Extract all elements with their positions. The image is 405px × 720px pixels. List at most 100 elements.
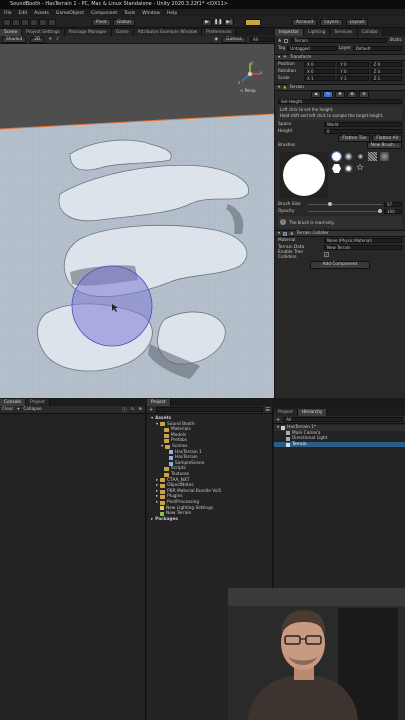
flatten-tile-button[interactable]: Flatten Tile — [338, 135, 371, 142]
play-button[interactable]: ▶ — [202, 19, 212, 26]
settings-tool-icon[interactable]: ⚙ — [359, 91, 369, 98]
brush-hard-round-icon[interactable] — [331, 151, 342, 162]
tab-project-settings[interactable]: Project Settings — [22, 29, 65, 36]
collab-button[interactable] — [245, 19, 261, 26]
height-field[interactable]: 0 — [324, 129, 402, 134]
2d-toggle[interactable]: 2D — [30, 36, 45, 43]
layers-dropdown[interactable]: Layers — [320, 19, 343, 26]
error-count-icon[interactable]: ⓘ — [122, 407, 126, 413]
brush-hexagon-icon[interactable] — [332, 164, 341, 173]
move-tool-button[interactable] — [12, 19, 20, 26]
terrain-data-field[interactable]: New Terrain — [324, 245, 402, 250]
details-tool-icon[interactable]: ✿ — [347, 91, 357, 98]
trees-tool-icon[interactable]: ♣ — [335, 91, 345, 98]
shading-mode-dropdown[interactable]: Shaded — [2, 36, 27, 43]
tree-colliders-checkbox[interactable]: ✓ — [324, 252, 329, 257]
gizmos-dropdown[interactable]: Gizmos — [222, 36, 246, 43]
step-button[interactable]: ▶| — [224, 19, 234, 26]
object-name-field[interactable]: Terrain — [291, 38, 387, 43]
orientation-gizmo[interactable]: y x z < Persp — [236, 60, 264, 94]
global-toggle[interactable]: Global — [113, 19, 135, 26]
perspective-label[interactable]: < Persp — [240, 88, 256, 93]
warning-count-icon[interactable]: ⚠ — [131, 407, 135, 412]
tab-scene[interactable]: Scene — [0, 29, 23, 36]
collapse-toggle[interactable]: Collapse — [23, 407, 41, 412]
terrain-tool-dropdown[interactable]: Set Height — [278, 99, 402, 104]
menu-gameobject[interactable]: GameObject — [56, 11, 84, 16]
add-object-icon[interactable]: + — [276, 417, 280, 423]
scene-viewport[interactable]: y x z < Persp — [0, 44, 274, 398]
layer-dropdown[interactable]: Default — [352, 46, 403, 51]
raise-terrain-tool-icon[interactable]: ⛰ — [311, 91, 321, 98]
tab-services[interactable]: Services — [330, 29, 358, 36]
transform-tool-button[interactable] — [48, 19, 56, 26]
menu-assets[interactable]: Assets — [34, 11, 49, 16]
opacity-thumb[interactable] — [378, 209, 382, 213]
filter-icon[interactable]: ☰ — [266, 407, 270, 413]
menu-window[interactable]: Window — [142, 11, 160, 16]
terrain-collider-header[interactable]: ▾ ▲ Terrain Collider — [275, 230, 405, 237]
pivot-toggle[interactable]: Pivot — [92, 19, 111, 26]
scale-y-field[interactable]: Y 1 — [337, 76, 369, 81]
brush-noise-icon[interactable] — [368, 152, 377, 161]
menu-help[interactable]: Help — [167, 11, 177, 16]
add-asset-icon[interactable]: + — [149, 407, 153, 413]
rotate-tool-button[interactable] — [21, 19, 29, 26]
scene-search-input[interactable]: All — [250, 37, 274, 42]
menu-file[interactable]: File — [4, 11, 12, 16]
tab-package-manager[interactable]: Package Manager — [64, 29, 112, 36]
opacity-field[interactable]: 100 — [384, 209, 402, 214]
tag-dropdown[interactable]: Untagged — [287, 46, 337, 51]
position-y-field[interactable]: Y 0 — [337, 62, 369, 67]
tab-game[interactable]: Game — [111, 29, 134, 36]
menu-tools[interactable]: Tools — [124, 11, 135, 16]
collider-material-field[interactable]: None (Physic Material) — [324, 238, 402, 243]
error-filter-icon[interactable]: ⊗ — [138, 407, 142, 412]
scale-z-field[interactable]: Z 1 — [370, 76, 402, 81]
brush-size-field[interactable]: 57 — [384, 202, 402, 207]
tab-console[interactable]: Console — [0, 399, 27, 406]
hierarchy-item-selected[interactable]: Terrain — [274, 441, 405, 448]
new-brush-button[interactable]: New Brush... — [366, 142, 402, 149]
tab-project-lower[interactable]: Project — [26, 399, 50, 406]
active-checkbox[interactable] — [284, 38, 289, 43]
tree-item[interactable]: ▸ Packages — [151, 517, 272, 523]
space-dropdown[interactable]: World — [324, 122, 402, 127]
tab-lighting[interactable]: Lighting — [304, 29, 331, 36]
tab-preferences[interactable]: Preferences — [202, 29, 237, 36]
hierarchy-search-input[interactable]: All — [283, 417, 403, 422]
brush-soft-round-icon[interactable] — [344, 152, 353, 161]
paint-terrain-tool-icon[interactable]: ✎ — [323, 91, 333, 98]
brush-size-slider[interactable] — [308, 202, 382, 206]
scale-x-field[interactable]: X 1 — [304, 76, 336, 81]
brush-tiny-icon[interactable] — [356, 152, 365, 161]
hand-tool-button[interactable] — [3, 19, 11, 26]
menu-edit[interactable]: Edit — [19, 11, 28, 16]
transform-header[interactable]: ▾ ✥ Transform — [275, 54, 405, 61]
tab-attributes-example[interactable]: Attributes Example Window — [133, 29, 203, 36]
static-toggle[interactable]: Static — [390, 38, 402, 43]
collider-enabled-checkbox[interactable] — [283, 231, 288, 236]
position-x-field[interactable]: X 0 — [304, 62, 336, 67]
account-dropdown[interactable]: Account — [292, 19, 318, 26]
tab-project[interactable]: Project — [147, 399, 171, 406]
menu-component[interactable]: Component — [91, 11, 117, 16]
rotation-x-field[interactable]: X 0 — [304, 69, 336, 74]
rotation-y-field[interactable]: Y 0 — [337, 69, 369, 74]
terrain-header[interactable]: ▾ ▲ Terrain — [275, 84, 405, 91]
layout-dropdown[interactable]: Layout — [345, 19, 369, 26]
clear-button[interactable]: Clear — [2, 407, 13, 412]
brush-star-icon[interactable]: ☆ — [356, 164, 365, 173]
tab-collab[interactable]: Collabo — [357, 29, 383, 36]
brush-cloud-icon[interactable] — [380, 152, 389, 161]
brush-size-thumb[interactable] — [328, 202, 333, 206]
flatten-all-button[interactable]: Flatten All — [372, 135, 402, 142]
camera-icon[interactable]: ◉ — [214, 37, 218, 42]
rect-tool-button[interactable] — [39, 19, 47, 26]
dropdown-arrow-icon[interactable]: ▾ — [17, 407, 19, 412]
project-search-input[interactable] — [156, 407, 263, 412]
add-component-button[interactable]: Add Component — [310, 261, 370, 269]
position-z-field[interactable]: Z 0 — [370, 62, 402, 67]
lighting-toggle-icon[interactable]: ☀ — [48, 37, 52, 42]
tab-inspector[interactable]: Inspector — [275, 29, 305, 36]
